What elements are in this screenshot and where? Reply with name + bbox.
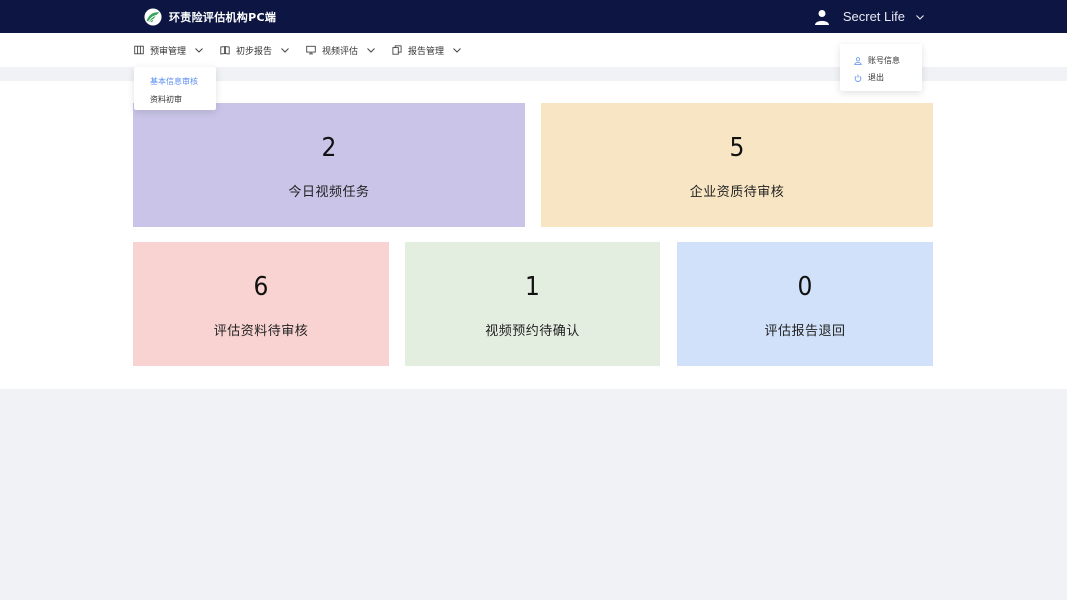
menu-item-label: 退出 xyxy=(868,73,884,82)
app-title: 环责险评估机构PC端 xyxy=(169,11,277,24)
stat-card-returned-reports[interactable]: 0 评估报告退回 xyxy=(677,242,933,366)
stat-card-video-tasks[interactable]: 2 今日视频任务 xyxy=(133,103,525,227)
menu-item-account-info[interactable]: 账号信息 xyxy=(840,52,922,69)
user-dropdown-menu: 账号信息 退出 xyxy=(840,44,922,91)
user-menu-toggle[interactable]: Secret Life xyxy=(814,0,925,33)
stat-label: 企业资质待审核 xyxy=(689,185,785,200)
columns-icon xyxy=(134,45,144,55)
stat-card-video-appointments[interactable]: 1 视频预约待确认 xyxy=(405,242,660,366)
nav-label: 报告管理 xyxy=(408,46,445,57)
user-name: Secret Life xyxy=(842,9,905,24)
chevron-down-icon xyxy=(453,48,461,53)
stat-value: 0 xyxy=(797,272,813,302)
chevron-down-icon xyxy=(916,14,924,20)
stat-value: 2 xyxy=(321,133,337,163)
nav-label: 初步报告 xyxy=(236,46,273,57)
user-avatar-icon xyxy=(814,9,829,25)
nav-item-report-management[interactable]: 报告管理 xyxy=(392,33,462,67)
chevron-down-icon xyxy=(195,48,203,53)
stat-value: 5 xyxy=(729,133,745,163)
user-icon xyxy=(854,56,862,65)
copy-icon xyxy=(392,45,402,55)
chevron-down-icon xyxy=(367,48,375,53)
top-header: 环责险评估机构PC端 Secret Life xyxy=(0,0,1067,33)
stat-label: 视频预约待确认 xyxy=(485,324,580,339)
stat-value: 6 xyxy=(253,272,269,302)
stat-card-enterprise-qualification[interactable]: 5 企业资质待审核 xyxy=(541,103,933,227)
prereview-dropdown-menu: 基本信息审核 资料初审 xyxy=(134,67,216,110)
menu-item-logout[interactable]: 退出 xyxy=(840,69,922,86)
nav-item-initial-report[interactable]: 初步报告 xyxy=(220,33,290,67)
book-icon xyxy=(220,46,230,55)
stat-label: 评估资料待审核 xyxy=(213,324,309,339)
menu-item-material-initial-review[interactable]: 资料初审 xyxy=(134,91,216,109)
chevron-down-icon xyxy=(281,48,289,53)
stat-value: 1 xyxy=(525,272,540,302)
menu-item-basic-info-review[interactable]: 基本信息审核 xyxy=(134,73,216,91)
monitor-icon xyxy=(306,45,316,55)
menu-item-label: 账号信息 xyxy=(868,56,900,65)
power-icon xyxy=(854,74,862,82)
stat-label: 评估报告退回 xyxy=(764,324,846,339)
nav-item-prereview[interactable]: 预审管理 xyxy=(134,33,204,67)
stat-label: 今日视频任务 xyxy=(288,185,370,200)
nav-label: 视频评估 xyxy=(322,46,359,57)
nav-item-video-assessment[interactable]: 视频评估 xyxy=(306,33,376,67)
stat-card-assessment-materials[interactable]: 6 评估资料待审核 xyxy=(133,242,389,366)
leaf-logo-icon xyxy=(144,8,162,26)
nav-label: 预审管理 xyxy=(150,46,187,57)
